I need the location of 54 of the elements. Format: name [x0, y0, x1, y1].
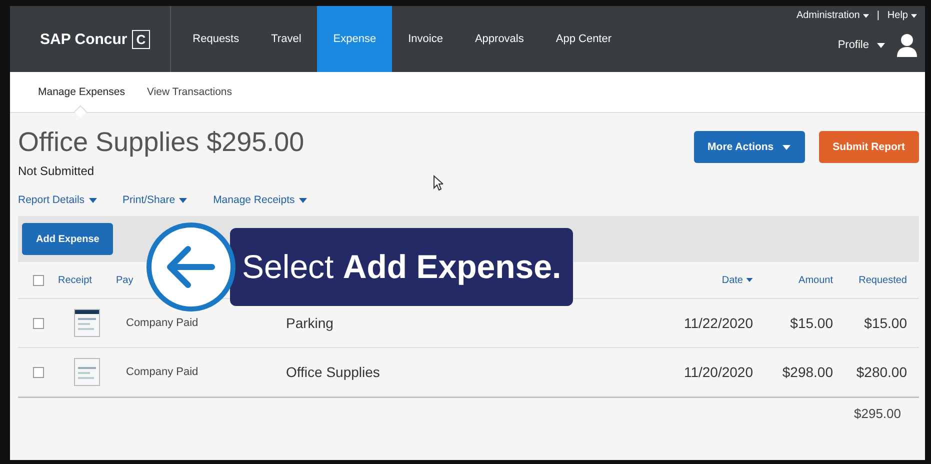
- report-menu[interactable]: Report Details: [18, 194, 97, 206]
- caret-icon: [862, 14, 869, 18]
- instruction-tooltip: Select Add Expense.: [230, 228, 574, 306]
- amount-cell: $298.00: [782, 364, 833, 380]
- sort-caret-icon: [746, 278, 753, 282]
- report-status: Not Submitted: [18, 164, 96, 178]
- administration-menu[interactable]: Administration: [796, 10, 869, 21]
- total-amount: $295.00: [854, 406, 901, 421]
- more-actions-button[interactable]: More Actions: [694, 131, 805, 163]
- row-checkbox[interactable]: [32, 366, 44, 378]
- payment-type-cell-text: Company Paid: [125, 366, 200, 378]
- caret-icon: [88, 198, 97, 202]
- nav-tab[interactable]: Expense: [317, 6, 392, 72]
- add-expense-button[interactable]: Add Expense: [22, 223, 114, 255]
- requested-cell: $15.00: [864, 315, 907, 331]
- brand-mark: C: [132, 30, 150, 48]
- nav-tab[interactable]: Requests: [176, 6, 256, 72]
- column-header[interactable]: Receipt: [58, 274, 116, 286]
- sub-nav-tab[interactable]: View Transactions: [138, 80, 240, 104]
- separator: |: [876, 10, 880, 21]
- date-cell: 11/20/2020: [684, 364, 753, 380]
- column-header[interactable]: Amount: [798, 274, 833, 286]
- profile-menu[interactable]: Profile: [838, 39, 885, 51]
- payment-type-cell-text: Company Paid: [125, 317, 200, 329]
- submit-report-button[interactable]: Submit Report: [818, 131, 919, 163]
- nav-tab[interactable]: Travel: [255, 6, 318, 72]
- brand-name: SAP Concur: [40, 30, 128, 48]
- column-header[interactable]: Requested: [858, 274, 907, 286]
- caret-icon: [877, 42, 885, 48]
- amount-cell: $15.00: [790, 315, 833, 331]
- caret-icon: [782, 144, 791, 150]
- nav-tab[interactable]: Invoice: [392, 6, 459, 72]
- caret-icon: [298, 198, 307, 202]
- help-menu[interactable]: Help: [887, 10, 917, 21]
- report-menu[interactable]: Print/Share: [122, 194, 188, 206]
- report-title: Office Supplies $295.00: [18, 127, 304, 158]
- requested-cell: $280.00: [856, 364, 907, 380]
- select-all-checkbox[interactable]: [32, 274, 44, 286]
- column-header[interactable]: Date: [722, 274, 753, 286]
- column-header[interactable]: Pay: [116, 274, 134, 286]
- date-cell: 11/22/2020: [684, 315, 753, 331]
- expense-type-cell-text: Parking: [286, 315, 334, 331]
- user-avatar-icon[interactable]: [897, 33, 917, 57]
- expense-type-cell-text: Office Supplies: [286, 364, 381, 380]
- caret-icon: [911, 14, 917, 18]
- report-menu[interactable]: Manage Receipts: [213, 194, 307, 206]
- receipt-thumbnail-icon[interactable]: [74, 358, 100, 386]
- nav-tab[interactable]: Approvals: [458, 6, 540, 72]
- nav-tab[interactable]: App Center: [540, 6, 628, 72]
- sub-nav-tab[interactable]: Manage Expenses: [30, 80, 133, 104]
- row-checkbox[interactable]: [32, 318, 44, 328]
- caret-icon: [179, 198, 188, 202]
- receipt-thumbnail-icon[interactable]: [74, 309, 100, 337]
- mouse-cursor-icon: [433, 175, 443, 191]
